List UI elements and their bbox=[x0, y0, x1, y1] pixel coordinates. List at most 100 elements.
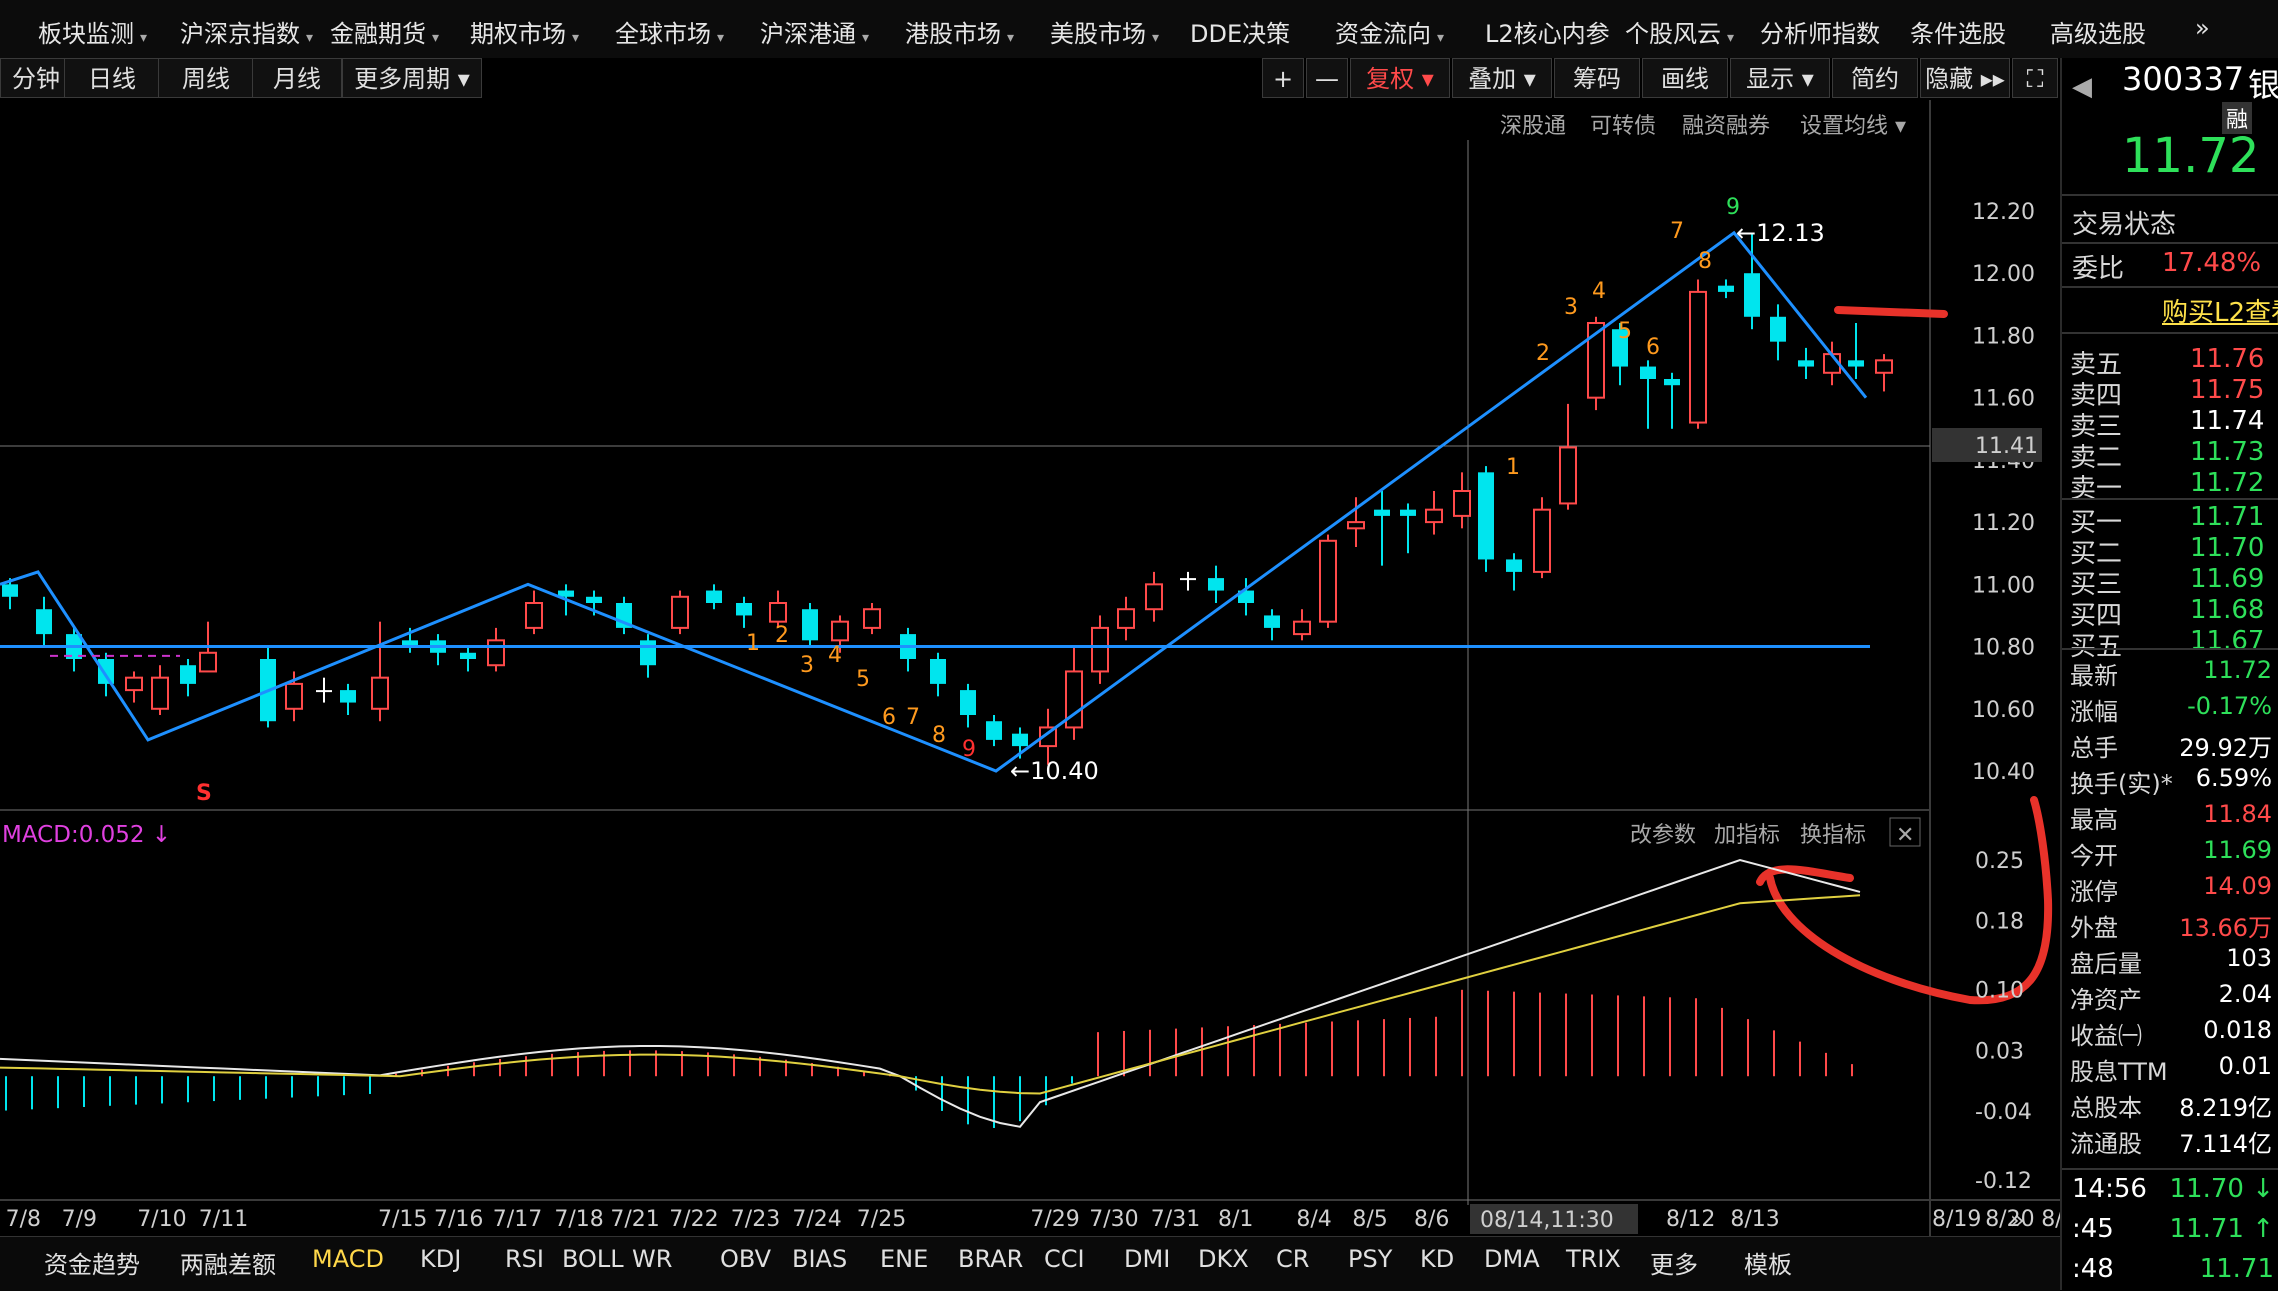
indicator-tab-11[interactable]: CCI bbox=[1044, 1245, 1085, 1273]
period-button-3[interactable]: 月线 bbox=[252, 58, 342, 98]
sub-link-3[interactable]: 设置均线 ▾ bbox=[1800, 108, 1906, 140]
stat-value: 6.59% bbox=[2195, 764, 2272, 792]
sub-link-1[interactable]: 可转债 bbox=[1590, 108, 1656, 140]
candle-body bbox=[1208, 578, 1224, 591]
count-label-down: 2 bbox=[775, 623, 789, 648]
stock-name: 银 bbox=[2248, 66, 2278, 104]
indicator-tab-8[interactable]: BIAS bbox=[792, 1245, 847, 1273]
macd-link-0[interactable]: 改参数 bbox=[1630, 823, 1696, 848]
indicator-tab-3[interactable]: KDJ bbox=[420, 1245, 461, 1273]
current-price: 11.72 bbox=[2122, 128, 2260, 184]
candle-body bbox=[1453, 490, 1471, 517]
back-arrow-icon[interactable]: ◀ bbox=[2072, 72, 2092, 102]
tool-button-6[interactable]: 显示 ▾ bbox=[1730, 58, 1830, 98]
indicator-tab-12[interactable]: DMI bbox=[1124, 1245, 1170, 1273]
tool-button-2[interactable]: 复权 ▾ bbox=[1350, 58, 1450, 98]
top-menu-item-14[interactable]: 高级选股 bbox=[2050, 14, 2146, 49]
period-button-4[interactable]: 更多周期 ▾ bbox=[342, 58, 482, 98]
ask-price: 11.75 bbox=[2190, 375, 2265, 405]
signal-marker: S bbox=[196, 781, 212, 806]
indicator-tab-1[interactable]: 两融差额 bbox=[180, 1245, 276, 1280]
top-menu-item-6[interactable]: 港股市场 ▾ bbox=[905, 14, 1014, 49]
stat-value: 11.69 bbox=[2203, 836, 2272, 864]
period-button-2[interactable]: 周线 bbox=[158, 58, 254, 98]
tool-button-0[interactable]: + bbox=[1262, 58, 1304, 98]
indicator-tab-5[interactable]: BOLL bbox=[562, 1245, 624, 1273]
indicator-tab-13[interactable]: DKX bbox=[1198, 1245, 1249, 1273]
buy-l2-link[interactable]: 购买L2查看 bbox=[2162, 292, 2278, 329]
indicator-tab-17[interactable]: DMA bbox=[1484, 1245, 1540, 1273]
indicator-tab-15[interactable]: PSY bbox=[1348, 1245, 1392, 1273]
indicator-tab-18[interactable]: TRIX bbox=[1566, 1245, 1621, 1273]
candle-body bbox=[2, 584, 18, 597]
candle-body bbox=[1848, 360, 1864, 367]
indicator-tab-2[interactable]: MACD bbox=[312, 1245, 384, 1273]
tick-price: 11.71 bbox=[2199, 1254, 2274, 1284]
stat-label: 涨停 bbox=[2070, 878, 2118, 906]
tool-button-7[interactable]: 简约 bbox=[1832, 58, 1918, 98]
indicator-tab-4[interactable]: RSI bbox=[505, 1245, 544, 1273]
scroll-right-icon[interactable]: » bbox=[2010, 1206, 2025, 1234]
candle-body bbox=[1319, 539, 1337, 623]
candle-body bbox=[831, 620, 849, 642]
indicator-tab-9[interactable]: ENE bbox=[880, 1245, 928, 1273]
stat-label: 流通股 bbox=[2070, 1130, 2142, 1158]
time-axis-label: 7/24 bbox=[792, 1207, 841, 1232]
tick-time: 14:56 bbox=[2072, 1174, 2147, 1204]
kline-chart[interactable]: 12.2012.0011.8011.6011.4011.2011.0010.80… bbox=[0, 100, 2060, 1260]
chevron-down-icon: ▾ bbox=[572, 30, 580, 46]
top-menu-item-4[interactable]: 全球市场 ▾ bbox=[615, 14, 724, 49]
bid-price: 11.71 bbox=[2190, 502, 2265, 532]
indicator-tab-10[interactable]: BRAR bbox=[958, 1245, 1023, 1273]
top-menu-item-0[interactable]: 板块监测 ▾ bbox=[38, 14, 147, 49]
macd-axis-label: 0.25 bbox=[1975, 849, 2024, 874]
macd-link-3[interactable]: ✕ bbox=[1896, 823, 1914, 848]
count-label-up: 4 bbox=[1592, 279, 1606, 304]
stock-code: 300337 bbox=[2122, 60, 2245, 98]
indicator-tab-16[interactable]: KD bbox=[1420, 1245, 1454, 1273]
tool-button-4[interactable]: 筹码 bbox=[1554, 58, 1640, 98]
indicator-tab-20[interactable]: 模板 bbox=[1744, 1245, 1792, 1280]
period-button-1[interactable]: 日线 bbox=[64, 58, 160, 98]
top-menu-item-11[interactable]: 个股风云 ▾ bbox=[1625, 14, 1734, 49]
count-label-down: 8 bbox=[932, 723, 946, 748]
macd-link-1[interactable]: 加指标 bbox=[1714, 823, 1780, 848]
candle-body bbox=[736, 603, 752, 616]
indicator-tab-6[interactable]: WR bbox=[632, 1245, 672, 1273]
indicator-tab-7[interactable]: OBV bbox=[720, 1245, 771, 1273]
stat-label: 总股本 bbox=[2070, 1094, 2142, 1122]
tool-button-3[interactable]: 叠加 ▾ bbox=[1452, 58, 1552, 98]
top-menu-item-5[interactable]: 沪深港通 ▾ bbox=[760, 14, 869, 49]
top-menu-item-15[interactable]: » bbox=[2195, 14, 2210, 42]
time-axis-label: 7/22 bbox=[669, 1207, 718, 1232]
top-menu-item-1[interactable]: 沪深京指数 ▾ bbox=[180, 14, 313, 49]
tool-button-5[interactable]: 画线 bbox=[1642, 58, 1728, 98]
trade-status[interactable]: 交易状态 bbox=[2072, 204, 2176, 241]
top-menu-item-10[interactable]: L2核心内参 bbox=[1485, 14, 1610, 49]
indicator-tab-19[interactable]: 更多 bbox=[1650, 1245, 1698, 1280]
sub-link-0[interactable]: 深股通 bbox=[1500, 108, 1566, 140]
top-menu-item-2[interactable]: 金融期货 ▾ bbox=[330, 14, 439, 49]
tool-button-8[interactable]: 隐藏 ▸▸ bbox=[1920, 58, 2010, 98]
candle-body bbox=[1478, 472, 1494, 560]
annotation-stroke bbox=[1834, 306, 1948, 318]
top-menu-item-3[interactable]: 期权市场 ▾ bbox=[470, 14, 579, 49]
ask-price: 11.76 bbox=[2190, 344, 2265, 374]
top-menu-item-7[interactable]: 美股市场 ▾ bbox=[1050, 14, 1159, 49]
ask-price: 11.72 bbox=[2190, 468, 2265, 498]
top-menu-item-8[interactable]: DDE决策 bbox=[1190, 14, 1290, 49]
indicator-tab-14[interactable]: CR bbox=[1276, 1245, 1309, 1273]
tool-button-1[interactable]: — bbox=[1306, 58, 1348, 98]
candle-body bbox=[930, 659, 946, 684]
time-axis-label: 7/31 bbox=[1151, 1207, 1200, 1232]
top-menu-label: 板块监测 bbox=[38, 20, 134, 48]
macd-link-2[interactable]: 换指标 bbox=[1800, 823, 1866, 848]
top-menu-item-12[interactable]: 分析师指数 bbox=[1760, 14, 1880, 49]
sub-link-2[interactable]: 融资融券 bbox=[1682, 108, 1770, 140]
top-menu-item-13[interactable]: 条件选股 bbox=[1910, 14, 2006, 49]
top-menu-item-9[interactable]: 资金流向 ▾ bbox=[1335, 14, 1444, 49]
tool-button-9[interactable]: ⛶ bbox=[2012, 58, 2058, 98]
indicator-tab-0[interactable]: 资金趋势 bbox=[44, 1245, 140, 1280]
period-button-0[interactable]: 分钟 bbox=[0, 58, 72, 98]
stat-value: 29.92万 bbox=[2179, 734, 2272, 762]
